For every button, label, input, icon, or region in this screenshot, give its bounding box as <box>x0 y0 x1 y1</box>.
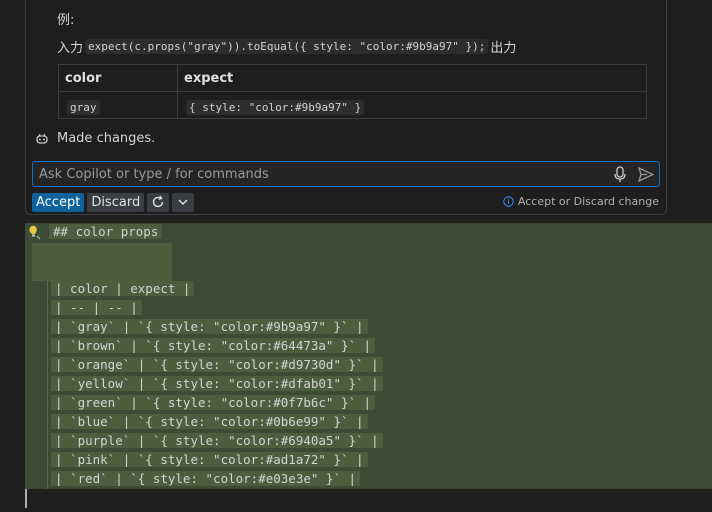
refresh-icon <box>153 195 164 208</box>
discard-button[interactable]: Discard <box>87 192 145 212</box>
made-changes-row: Made changes. <box>35 131 155 146</box>
lightbulb-icon[interactable] <box>26 224 42 240</box>
indent-guide <box>47 280 48 489</box>
text-cursor <box>25 489 27 508</box>
code-text: | `purple` | `{ style: "color:#6940a5" }… <box>51 433 383 448</box>
editor-line: | color | expect | <box>51 281 195 300</box>
copilot-input-box <box>32 161 660 187</box>
info-text: Accept or Discard change <box>517 195 659 208</box>
info-icon <box>503 196 514 207</box>
example-label: 例: <box>57 13 75 28</box>
mic-icon[interactable] <box>613 166 627 183</box>
made-changes-text: Made changes. <box>57 131 156 146</box>
more-options-button[interactable] <box>172 192 195 212</box>
editor-line: | `gray` | `{ style: "color:#9b9a97" }` … <box>51 319 368 338</box>
code-text: | `pink` | `{ style: "color:#ad1a72" }` … <box>51 452 368 467</box>
code-text: | `blue` | `{ style: "color:#0b6e99" }` … <box>51 414 368 429</box>
regenerate-button[interactable] <box>147 192 170 212</box>
editor-line: | `purple` | `{ style: "color:#6940a5" }… <box>51 433 383 452</box>
copilot-chat-panel: 例: 入力 expect(c.props("gray")).toEqual({ … <box>25 0 667 215</box>
info-hint: Accept or Discard change <box>503 195 659 208</box>
table-header: expect <box>177 64 647 92</box>
editor-line: | `green` | `{ style: "color:#0f7b6c" }`… <box>51 395 376 414</box>
editor-line <box>32 243 172 281</box>
copilot-icon <box>36 133 48 144</box>
code-text: ## color props <box>49 224 163 239</box>
example-line: 入力 expect(c.props("gray")).toEqual({ sty… <box>57 37 516 56</box>
example-table: color expect gray { style: "color:#9b9a9… <box>58 64 647 119</box>
code-text: | `yellow` | `{ style: "color:#dfab01" }… <box>51 376 383 391</box>
table-row: gray { style: "color:#9b9a97" } <box>58 91 647 119</box>
table-header-row: color expect <box>58 64 647 92</box>
editor-line: | -- | -- | <box>51 300 142 319</box>
code-text: | `green` | `{ style: "color:#0f7b6c" }`… <box>51 395 376 410</box>
table-header: color <box>58 64 178 92</box>
code-text: | `red` | `{ style: "color:#e03e3e" }` | <box>51 471 361 486</box>
code-text: | -- | -- | <box>51 300 142 315</box>
code-text: | `brown` | `{ style: "color:#64473a" }`… <box>51 338 376 353</box>
editor-line: | `yellow` | `{ style: "color:#dfab01" }… <box>51 376 383 395</box>
code-text: | `gray` | `{ style: "color:#9b9a97" }` … <box>51 319 368 334</box>
cell-code: { style: "color:#9b9a97" } <box>186 99 365 115</box>
copilot-input[interactable] <box>39 162 599 186</box>
send-icon[interactable] <box>637 166 655 183</box>
code-text: | `orange` | `{ style: "color:#d9730d" }… <box>51 357 383 372</box>
editor-line: | `brown` | `{ style: "color:#64473a" }`… <box>51 338 376 357</box>
table-cell: gray <box>58 91 178 119</box>
editor-line: | `red` | `{ style: "color:#e03e3e" }` | <box>51 471 361 490</box>
input-prefix: 入力 <box>57 41 84 56</box>
code-text: | color | expect | <box>51 281 195 296</box>
example-code: expect(c.props("gray")).toEqual({ style:… <box>85 39 489 54</box>
editor-line: | `blue` | `{ style: "color:#0b6e99" }` … <box>51 414 368 433</box>
cell-code: gray <box>67 99 100 115</box>
editor-line: | `orange` | `{ style: "color:#d9730d" }… <box>51 357 383 376</box>
accept-button[interactable]: Accept <box>32 192 85 212</box>
output-suffix: 出力 <box>490 41 517 56</box>
action-buttons: Accept Discard <box>32 192 195 212</box>
editor-line: ## color props <box>49 224 163 243</box>
chevron-down-icon <box>178 199 188 205</box>
table-cell: { style: "color:#9b9a97" } <box>177 91 647 119</box>
editor-line: | `pink` | `{ style: "color:#ad1a72" }` … <box>51 452 368 471</box>
